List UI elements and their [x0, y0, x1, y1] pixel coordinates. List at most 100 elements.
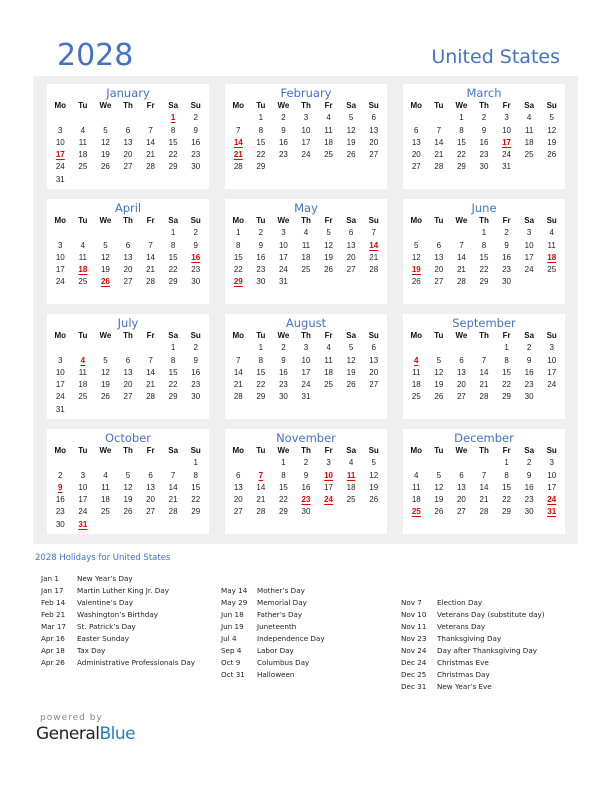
day-cell: 2 — [526, 343, 532, 353]
day-cell: 10 — [55, 367, 65, 377]
weekday-label: Fr — [324, 216, 333, 225]
weekday-label: Su — [368, 446, 379, 455]
day-cell: 26 — [346, 150, 356, 160]
day-cell: 1 — [170, 343, 176, 353]
day-cell: 14 — [479, 482, 489, 492]
day-cell: 17 — [78, 495, 88, 505]
weekday-label: Tu — [78, 216, 88, 225]
day-cell: 29 — [256, 392, 266, 402]
weekday-label: Mo — [232, 331, 245, 340]
month-name: November — [276, 431, 336, 445]
day-cell: 21 — [434, 150, 444, 160]
empty-cell — [94, 457, 117, 469]
day-cell: 1 — [504, 343, 509, 353]
holiday-date: Oct 9 — [221, 658, 241, 667]
day-cell: 29 — [456, 162, 466, 172]
weekday-label: Tu — [78, 101, 88, 110]
day-cell: 28 — [168, 507, 178, 517]
brand-blue: Blue — [99, 724, 136, 744]
day-cell: 1 — [281, 458, 286, 468]
day-cell: 30 — [524, 392, 534, 402]
day-cell: 5 — [125, 470, 131, 480]
day-cell: 15 — [256, 137, 266, 147]
weekday-label: Mo — [232, 446, 245, 455]
day-cell: 1 — [481, 228, 487, 238]
day-cell: 12 — [123, 482, 133, 492]
holiday-list-item: Nov 11 Veterans Day — [401, 621, 545, 633]
holiday-name: Columbus Day — [257, 658, 310, 667]
day-cell: 5 — [436, 470, 442, 480]
weekday-label: Su — [190, 331, 201, 340]
day-cell: 22 — [191, 495, 201, 505]
holiday-date: Nov 11 — [401, 622, 427, 631]
day-cell: 25 — [78, 392, 88, 402]
day-cell: 20 — [123, 265, 133, 275]
weekday-label: Mo — [410, 446, 423, 455]
day-cell: 31 — [278, 277, 288, 287]
day-cell: 23 — [55, 507, 65, 517]
empty-cell — [450, 342, 473, 354]
day-cell: 18 — [78, 150, 88, 160]
weekday-label: Th — [123, 331, 133, 340]
day-cell: 1 — [258, 343, 264, 353]
empty-cell — [405, 227, 428, 239]
day-cell: 13 — [346, 240, 356, 250]
weekday-label: Tu — [434, 331, 444, 340]
day-cell: 19 — [123, 495, 133, 505]
day-cell: 30 — [502, 277, 512, 287]
day-cell: 28 — [146, 392, 156, 402]
weekday-label: Su — [546, 446, 557, 455]
day-cell: 18 — [324, 367, 334, 377]
day-cell: 1 — [459, 113, 464, 123]
day-cell: 27 — [456, 507, 466, 517]
day-cell: 12 — [100, 252, 110, 262]
holiday-list-item: May 14 Mother’s Day — [221, 585, 325, 597]
day-cell: 23 — [191, 150, 201, 160]
day-cell: 11 — [78, 137, 87, 147]
day-cell: 22 — [479, 265, 489, 275]
day-cell: 24 — [524, 265, 534, 275]
day-cell: 25 — [78, 162, 88, 172]
holiday-date: May 29 — [221, 598, 248, 607]
day-cell: 14 — [146, 252, 156, 262]
day-grid: Mo Tu We Th Fr Sa Su 1 2 3 4 5 6 7 8 9 10 11 12 13 14 15 16 17 1… — [405, 330, 563, 404]
day-cell: 16 — [278, 367, 288, 377]
weekday-label: Fr — [146, 101, 155, 110]
day-cell: 3 — [326, 458, 331, 468]
holiday-name: Christmas Eve — [437, 658, 489, 667]
day-cell: 10 — [78, 482, 88, 492]
day-cell: 21 — [369, 252, 379, 262]
holiday-date: Nov 23 — [401, 634, 427, 643]
day-cell: 28 — [233, 392, 243, 402]
day-cell: 14 — [146, 137, 156, 147]
day-cell: 7 — [148, 355, 153, 365]
weekday-label: Fr — [502, 331, 511, 340]
empty-cell — [473, 342, 496, 354]
weekday-label: We — [455, 331, 468, 340]
day-cell: 22 — [168, 150, 178, 160]
day-cell: 3 — [549, 458, 554, 468]
month-name: September — [452, 316, 516, 330]
holiday-day-cell: 14 — [369, 240, 379, 250]
day-cell: 16 — [479, 137, 489, 147]
weekday-label: Sa — [346, 216, 357, 225]
day-grid: Mo Tu We Th Fr Sa Su 1 2 3 4 5 6 7 8 9 10 11 12 13 14 15 16 17 1… — [405, 215, 563, 289]
day-cell: 25 — [324, 150, 334, 160]
day-cell: 17 — [55, 265, 65, 275]
day-cell: 25 — [100, 507, 110, 517]
day-cell: 10 — [547, 355, 557, 365]
weekday-label: Fr — [502, 446, 511, 455]
day-cell: 30 — [191, 277, 201, 287]
empty-cell — [428, 457, 451, 469]
powered-by-label: powered by — [40, 713, 103, 723]
day-cell: 24 — [78, 507, 88, 517]
day-cell: 31 — [301, 392, 311, 402]
weekday-label: Sa — [524, 331, 535, 340]
weekday-label: Fr — [146, 446, 155, 455]
day-cell: 26 — [123, 507, 133, 517]
day-cell: 12 — [324, 240, 334, 250]
empty-cell — [49, 342, 72, 354]
day-cell: 26 — [100, 162, 110, 172]
holiday-day-cell: 25 — [411, 507, 421, 517]
day-cell: 26 — [547, 150, 557, 160]
